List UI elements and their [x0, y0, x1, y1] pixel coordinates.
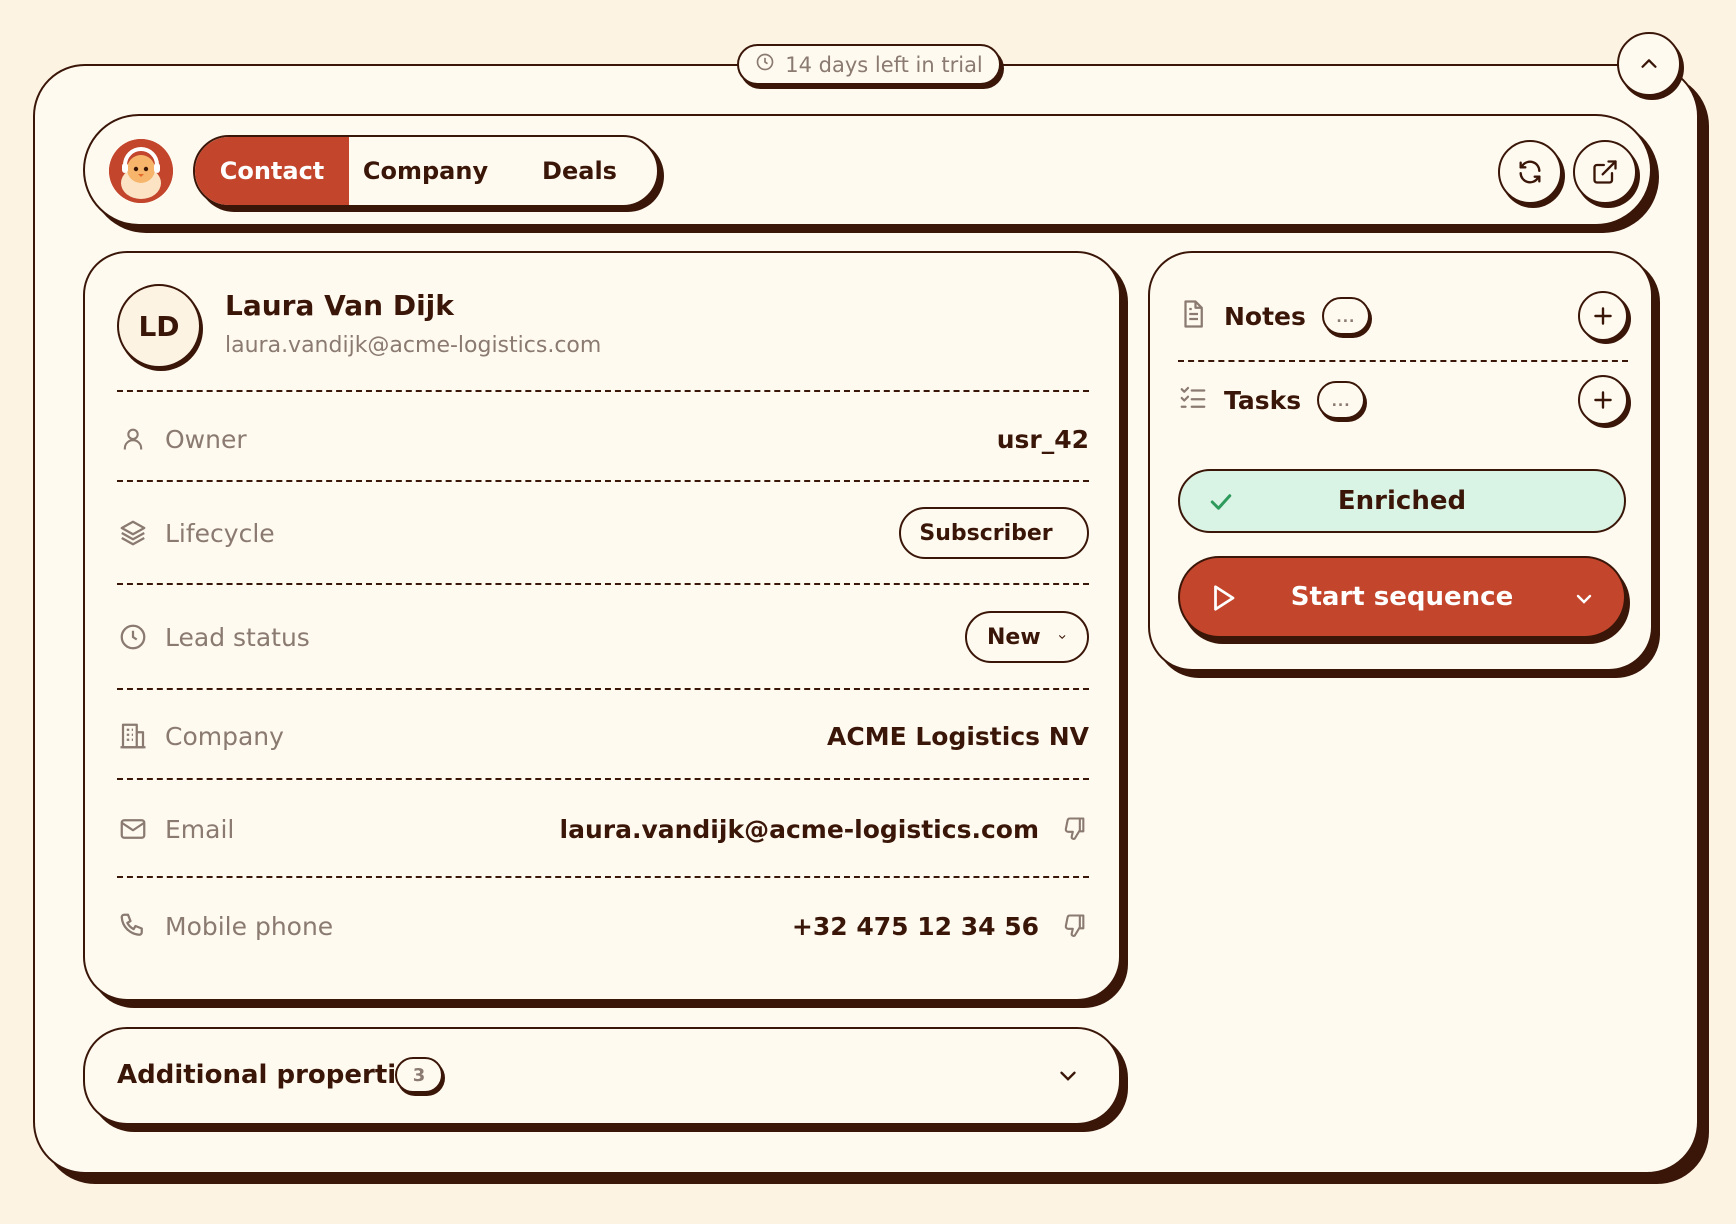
trial-badge: 14 days left in trial — [737, 44, 1001, 85]
company-value: ACME Logistics NV — [827, 721, 1089, 751]
checklist-icon — [1178, 383, 1208, 417]
document-icon — [1178, 298, 1208, 334]
lead-status-select[interactable]: New — [965, 611, 1089, 663]
add-task-button[interactable] — [1578, 375, 1628, 425]
trial-text: 14 days left in trial — [785, 52, 983, 77]
email-value: laura.vandijk@acme-logistics.com — [559, 814, 1039, 844]
chevron-down-icon — [1058, 635, 1065, 640]
external-link-icon — [1593, 160, 1617, 184]
user-icon — [117, 423, 149, 455]
contact-card: LD Laura Van Dijk laura.vandijk@acme-log… — [83, 251, 1121, 1001]
field-email: Email laura.vandijk@acme-logistics.com — [117, 793, 1089, 865]
play-icon — [1214, 585, 1235, 611]
chevron-down-icon[interactable] — [1572, 587, 1596, 611]
divider — [117, 583, 1089, 585]
clock-icon — [755, 52, 775, 77]
plus-icon — [1594, 307, 1612, 325]
divider — [1178, 360, 1628, 362]
tab-contact[interactable]: Contact — [195, 137, 349, 205]
field-company: Company ACME Logistics NV — [117, 701, 1089, 771]
add-note-button[interactable] — [1578, 291, 1628, 341]
contact-name: Laura Van Dijk — [225, 289, 454, 322]
additional-properties-toggle[interactable]: Additional properties 3 — [83, 1027, 1121, 1125]
clock-icon — [117, 621, 149, 653]
thumbs-down-icon[interactable] — [1059, 814, 1089, 844]
field-lifecycle: Lifecycle Subscriber — [117, 493, 1089, 573]
tasks-row: Tasks ... — [1178, 371, 1628, 429]
start-sequence-button[interactable]: Start sequence — [1178, 556, 1626, 638]
thumbs-down-icon[interactable] — [1059, 911, 1089, 941]
contact-email: laura.vandijk@acme-logistics.com — [225, 333, 602, 358]
header-bar: Contact Company Deals — [83, 114, 1652, 226]
lifecycle-label: Lifecycle — [165, 518, 275, 548]
divider — [117, 688, 1089, 690]
field-lead-status: Lead status New — [117, 597, 1089, 677]
app-logo — [109, 139, 173, 203]
divider — [117, 876, 1089, 878]
divider — [117, 480, 1089, 482]
open-external-button[interactable] — [1573, 140, 1637, 204]
additional-properties-title: Additional properties — [117, 1060, 430, 1090]
lifecycle-select[interactable]: Subscriber — [899, 507, 1089, 559]
plus-icon — [1594, 391, 1612, 409]
tab-deals[interactable]: Deals — [502, 137, 657, 205]
lead-status-value: New — [987, 624, 1041, 650]
mobile-phone-label: Mobile phone — [165, 911, 334, 941]
chevron-down-icon — [1060, 1071, 1076, 1081]
enriched-label: Enriched — [1337, 486, 1467, 516]
tab-group: Contact Company Deals — [193, 135, 659, 207]
refresh-button[interactable] — [1498, 140, 1562, 204]
field-mobile-phone: Mobile phone +32 475 12 34 56 — [117, 890, 1089, 962]
notes-row: Notes ... — [1178, 287, 1628, 345]
building-icon — [117, 720, 149, 752]
tasks-count-badge: ... — [1317, 381, 1366, 419]
owner-label: Owner — [165, 424, 247, 454]
field-owner: Owner usr_42 — [117, 403, 1089, 475]
avatar: LD — [117, 284, 201, 368]
company-label: Company — [165, 721, 284, 751]
lifecycle-value: Subscriber — [919, 520, 1053, 546]
notes-count-badge: ... — [1321, 297, 1370, 335]
start-sequence-label: Start sequence — [1290, 582, 1514, 612]
count-badge: 3 — [395, 1057, 443, 1093]
email-label: Email — [165, 814, 235, 844]
phone-icon — [117, 910, 149, 942]
enriched-status: Enriched — [1178, 469, 1626, 533]
tasks-label: Tasks — [1224, 385, 1302, 415]
divider — [117, 390, 1089, 392]
notes-label: Notes — [1224, 301, 1306, 331]
mobile-phone-value: +32 475 12 34 56 — [791, 911, 1039, 941]
side-panel: Notes ... Tasks ... Enriched Start seque… — [1148, 251, 1653, 671]
mail-icon — [117, 813, 149, 845]
tab-company[interactable]: Company — [349, 137, 502, 205]
owner-value: usr_42 — [996, 424, 1089, 454]
divider — [117, 778, 1089, 780]
collapse-button[interactable] — [1617, 32, 1681, 96]
refresh-icon — [1519, 160, 1541, 184]
layers-icon — [117, 517, 149, 549]
chevron-up-icon — [1641, 59, 1657, 68]
lead-status-label: Lead status — [165, 622, 310, 652]
check-icon — [1210, 494, 1232, 510]
